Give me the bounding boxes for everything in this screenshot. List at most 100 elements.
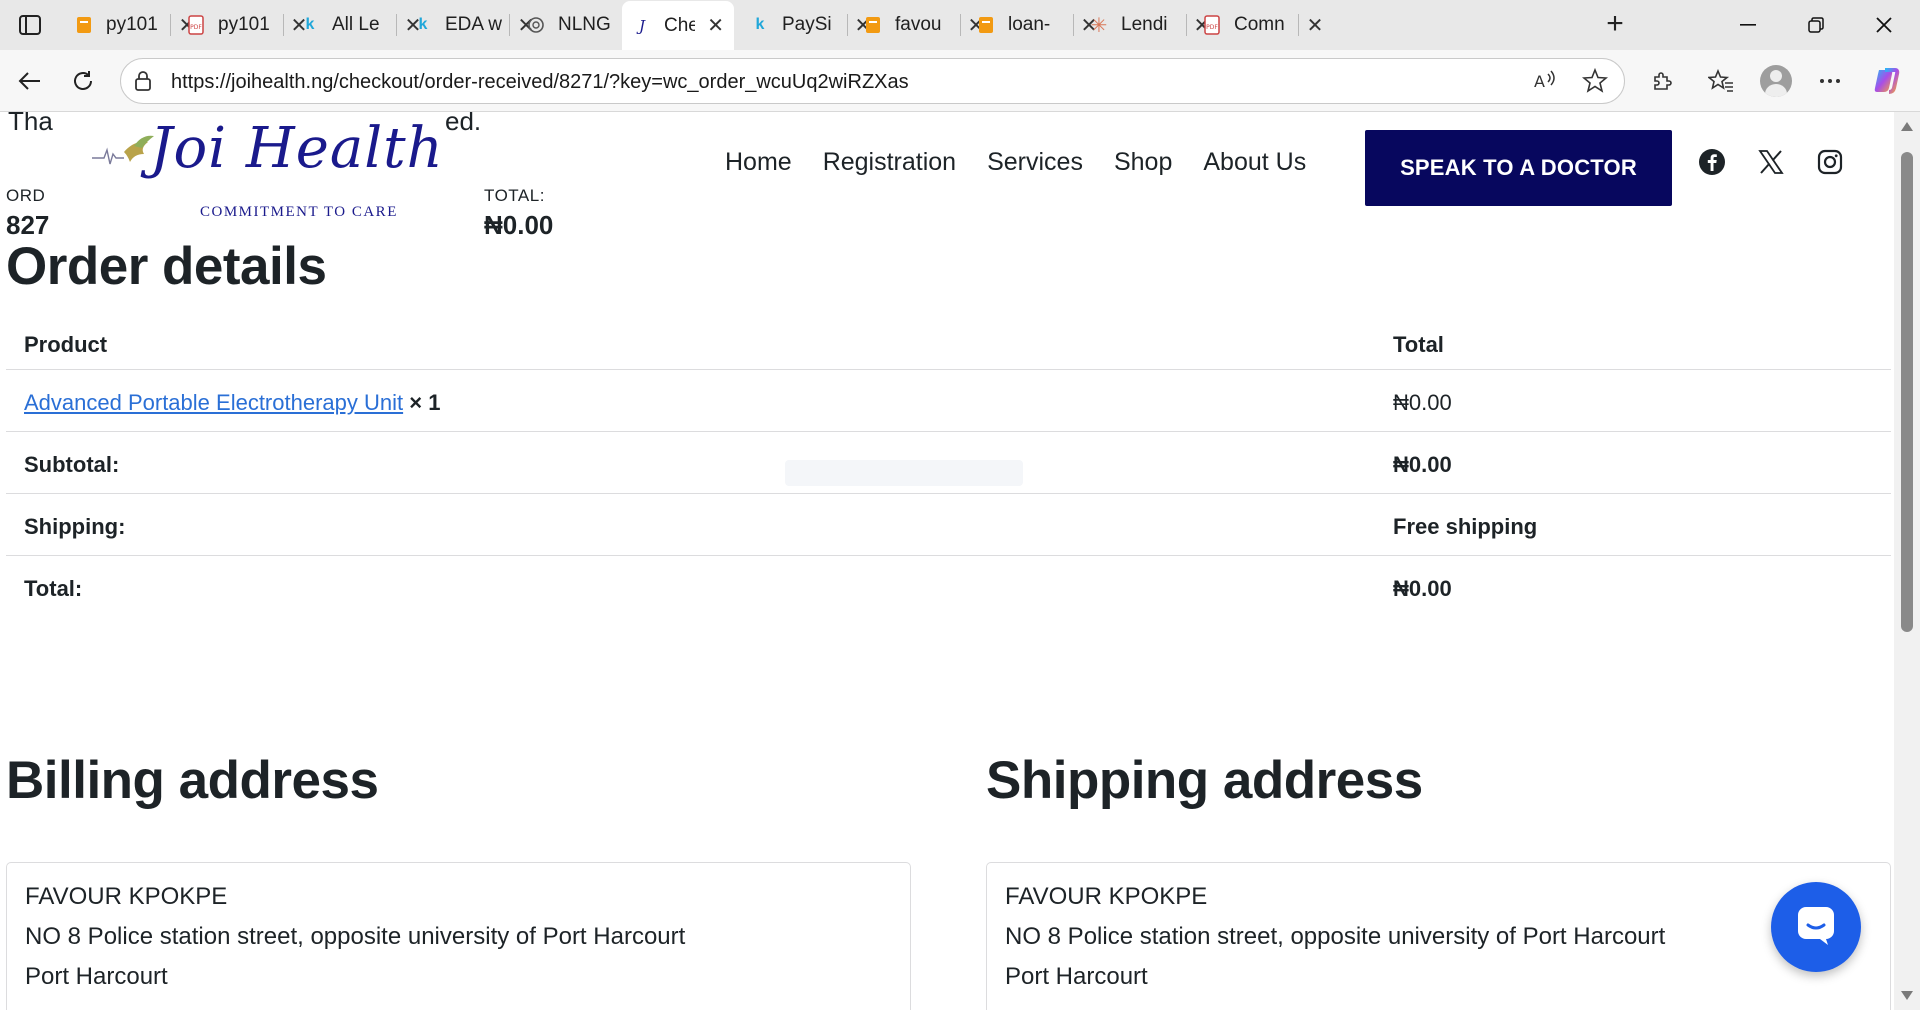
shipping-value: Free shipping [1393,514,1538,539]
nav-item-about-us[interactable]: About Us [1203,148,1306,177]
browser-tab-bar: py101 ✕ PDF py101 ✕ k All Le ✕ k EDA w ✕… [0,0,1920,50]
table-row: Advanced Portable Electrotherapy Unit × … [6,370,1891,432]
main-navigation: Home Registration Services Shop About Us [725,148,1337,177]
more-options-icon[interactable] [1812,63,1848,99]
copilot-icon[interactable] [1868,63,1904,99]
scroll-down-arrow-icon[interactable] [1901,991,1913,1000]
browser-tab-active[interactable]: J Check ✕ [622,1,734,50]
address-bar[interactable]: https://joihealth.ng/checkout/order-rece… [120,58,1625,104]
url-text[interactable]: https://joihealth.ng/checkout/order-rece… [171,71,909,94]
order-number-label: ORD [6,186,46,205]
tab-title: All Le [332,14,380,35]
chat-bubble-icon [1794,903,1838,952]
restore-icon[interactable] [1780,0,1852,50]
scroll-up-arrow-icon[interactable] [1901,122,1913,131]
subtotal-label: Subtotal: [24,452,120,477]
browser-toolbar: https://joihealth.ng/checkout/order-rece… [0,50,1920,112]
favorites-icon[interactable] [1703,63,1739,99]
user-avatar-icon [1760,65,1792,97]
tab-separator [396,14,397,36]
product-total: ₦0.00 [1393,390,1452,415]
k-logo-icon: k [305,16,315,33]
tab-title: PaySi [782,14,832,35]
column-header-total: Total [1393,332,1444,357]
tab-separator [1298,14,1299,36]
speak-to-doctor-button[interactable]: SPEAK TO A DOCTOR [1365,130,1672,206]
order-total-value: ₦0.00 [484,210,554,240]
tab-separator [170,14,171,36]
live-chat-button[interactable] [1771,882,1861,972]
new-tab-button[interactable]: + [1598,8,1632,42]
tab-title: Check [664,14,696,36]
billing-street: NO 8 Police station street, opposite uni… [25,923,686,950]
pdf-icon: PDF [1202,15,1222,35]
favorite-star-icon[interactable] [1581,67,1609,99]
k-logo-icon: k [418,16,428,33]
pages-doc-icon [74,15,94,35]
nav-item-shop[interactable]: Shop [1114,148,1172,177]
openai-icon [526,15,546,35]
nav-item-registration[interactable]: Registration [823,148,956,177]
billing-address-heading: Billing address [6,751,379,810]
close-window-icon[interactable] [1848,0,1920,50]
billing-name: FAVOUR KPOKPE [25,883,228,910]
profile-avatar[interactable] [1758,63,1794,99]
thank-you-text-fragment: Tha [8,112,53,136]
svg-text:PDF: PDF [190,24,202,31]
facebook-icon[interactable] [1696,146,1728,178]
page-scrollbar[interactable] [1894,112,1920,1010]
total-label: Total: [24,576,83,601]
table-header-row: Product Total [6,308,1891,370]
product-link[interactable]: Advanced Portable Electrotherapy Unit [24,390,403,415]
tab-title: py101 [106,14,158,35]
minimize-icon[interactable] [1712,0,1784,50]
x-twitter-icon[interactable] [1755,146,1787,178]
browser-tab[interactable]: PDF Comn ✕ [1192,4,1334,46]
lock-icon[interactable] [133,70,153,97]
nav-item-home[interactable]: Home [725,148,792,177]
tab-title: py101 [218,14,270,35]
joi-logo-icon: J [638,16,645,35]
total-value: ₦0.00 [1393,576,1452,601]
logo-tagline: COMMITMENT TO CARE [200,204,398,220]
close-tab-icon[interactable]: ✕ [1306,13,1324,38]
tab-title: Lendi [1121,14,1168,35]
order-details-heading: Order details [6,237,327,296]
tab-separator [1186,14,1187,36]
table-row: Shipping: Free shipping [6,494,1891,556]
shipping-address-box: FAVOUR KPOKPE NO 8 Police station street… [986,862,1891,1010]
order-total-label: TOTAL: [484,186,545,205]
svg-text:A: A [1534,72,1545,91]
k-logo-icon: k [755,16,765,33]
billing-city: Port Harcourt [25,963,168,990]
faint-overlay-artifact [785,460,1023,486]
product-quantity: × 1 [409,390,441,415]
tab-separator [847,14,848,36]
shipping-address-heading: Shipping address [986,751,1423,810]
tab-actions-menu-icon[interactable] [10,10,50,40]
nav-item-services[interactable]: Services [987,148,1083,177]
scrollbar-thumb[interactable] [1901,152,1913,632]
read-aloud-icon[interactable]: A [1532,68,1558,99]
tab-title: Comn [1234,14,1285,35]
shipping-city: Port Harcourt [1005,963,1148,990]
logo-wordmark: Joi Health [150,116,444,181]
refresh-icon[interactable] [65,63,101,99]
column-header-product: Product [24,332,108,357]
billing-address-box: FAVOUR KPOKPE NO 8 Police station street… [6,862,911,1010]
svg-text:PDF: PDF [1206,24,1218,31]
tab-separator [960,14,961,36]
shipping-label: Shipping: [24,514,126,539]
subtotal-value: ₦0.00 [1393,452,1452,477]
tab-title: NLNG [558,14,611,35]
back-icon[interactable] [12,63,48,99]
close-tab-icon[interactable]: ✕ [707,13,724,38]
extensions-icon[interactable] [1644,63,1680,99]
tab-separator [283,14,284,36]
instagram-icon[interactable] [1814,146,1846,178]
tab-separator [509,14,510,36]
shipping-street: NO 8 Police station street, opposite uni… [1005,923,1666,950]
tab-separator [1073,14,1074,36]
product-cell: Advanced Portable Electrotherapy Unit × … [24,390,440,416]
site-logo[interactable]: Joi Health COMMITMENT TO CARE [85,112,445,240]
